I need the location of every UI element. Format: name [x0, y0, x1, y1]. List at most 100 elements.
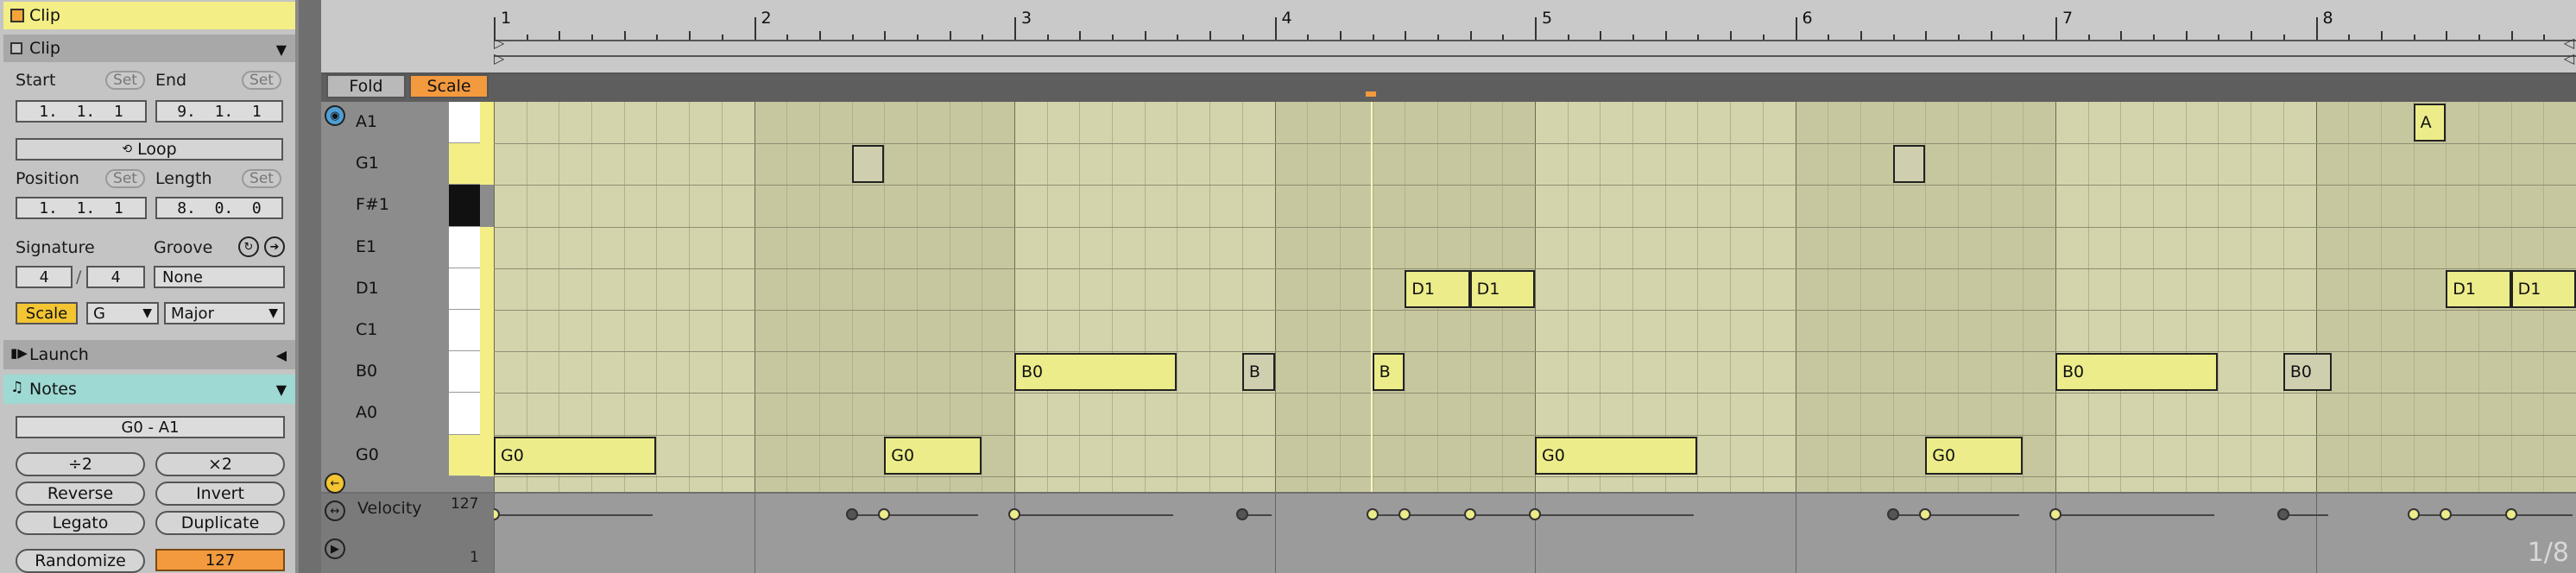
- midi-note[interactable]: B: [1241, 353, 1275, 392]
- piano-key[interactable]: [449, 102, 480, 144]
- end-set-button[interactable]: Set: [242, 71, 281, 90]
- velocity-lane-expand-icon[interactable]: ↔: [325, 501, 345, 521]
- velocity-lane: ↔ ▶ Velocity 127 1 1/8: [321, 494, 2576, 573]
- midi-note[interactable]: G0: [884, 436, 982, 475]
- piano-roll-keys[interactable]: A1 G1 F#1 E1 D1 C1 B0 A0 G0: [321, 102, 494, 492]
- end-label: End: [155, 71, 187, 90]
- invert-button[interactable]: Invert: [155, 482, 285, 506]
- piano-key[interactable]: [449, 185, 480, 227]
- double-time-button[interactable]: ×2: [155, 452, 285, 476]
- ruler-sub-tick: [2282, 35, 2285, 40]
- position-value-field[interactable]: 1. 1. 1: [16, 197, 147, 219]
- velocity-handle[interactable]: [2504, 508, 2517, 520]
- length-set-button[interactable]: Set: [242, 169, 281, 188]
- scroll-left-icon[interactable]: ←: [325, 473, 345, 494]
- play-icon[interactable]: ▶: [325, 538, 345, 559]
- midi-note[interactable]: B0: [1014, 353, 1178, 392]
- clip-end-marker-icon[interactable]: ◁: [2564, 50, 2574, 66]
- scale-mode-select[interactable]: Major ▼: [164, 302, 285, 324]
- half-time-button[interactable]: ÷2: [16, 452, 145, 476]
- grid-line: [2218, 102, 2219, 492]
- scale-mode-value: Major: [171, 304, 214, 323]
- fold-button[interactable]: Fold: [326, 74, 406, 98]
- piano-key[interactable]: [449, 393, 480, 435]
- loop-end-marker-icon[interactable]: ◁: [2564, 35, 2574, 51]
- preview-headphones-icon[interactable]: ◉: [325, 105, 345, 126]
- piano-key[interactable]: [449, 434, 480, 476]
- ruler-bar-number: 1: [501, 9, 512, 28]
- piano-key[interactable]: [449, 143, 480, 186]
- midi-note[interactable]: [1892, 145, 1926, 184]
- clip-start-marker-icon[interactable]: ▷: [494, 50, 504, 66]
- signature-slash: /: [76, 268, 82, 286]
- scale-root-select[interactable]: G ▼: [86, 302, 159, 324]
- collapse-triangle-icon[interactable]: ▼: [276, 381, 287, 398]
- midi-note[interactable]: G0: [1535, 436, 1698, 475]
- piano-key[interactable]: [449, 351, 480, 394]
- groove-select[interactable]: None: [154, 266, 285, 288]
- velocity-handle[interactable]: [1366, 508, 1379, 520]
- reverse-button[interactable]: Reverse: [16, 482, 145, 506]
- signature-denominator-field[interactable]: 4: [86, 266, 145, 288]
- velocity-handle[interactable]: [494, 508, 500, 520]
- piano-key[interactable]: [449, 310, 480, 352]
- midi-note[interactable]: D1: [2446, 269, 2511, 308]
- velocity-handle[interactable]: [1235, 508, 1248, 520]
- start-value-field[interactable]: 1. 1. 1: [16, 100, 147, 123]
- loop-button[interactable]: ⟲ Loop: [16, 138, 283, 161]
- midi-note[interactable]: B0: [2282, 353, 2333, 392]
- duplicate-button[interactable]: Duplicate: [155, 511, 285, 535]
- note-grid[interactable]: G0 G0 B0 B B D1 D1 G0 G0 B0 B0 A D1 D1: [494, 102, 2576, 492]
- piano-key[interactable]: [449, 226, 480, 268]
- clip-header[interactable]: Clip: [3, 2, 295, 29]
- length-value-field[interactable]: 8. 0. 0: [155, 197, 283, 219]
- velocity-bar-line: [1014, 494, 1015, 573]
- randomize-button[interactable]: Randomize: [16, 549, 145, 573]
- midi-note[interactable]: A: [2413, 104, 2447, 142]
- midi-note[interactable]: G0: [494, 436, 657, 475]
- velocity-handle[interactable]: [878, 508, 891, 520]
- midi-note[interactable]: B0: [2055, 353, 2219, 392]
- signature-numerator-field[interactable]: 4: [16, 266, 73, 288]
- key-scale-stripe: [480, 351, 494, 394]
- randomize-amount-field[interactable]: 127: [155, 549, 285, 571]
- velocity-handle[interactable]: [1463, 508, 1476, 520]
- ruler-sub-tick: [2023, 35, 2025, 40]
- start-set-button[interactable]: Set: [105, 71, 145, 90]
- velocity-handle[interactable]: [2049, 508, 2061, 520]
- velocity-handle[interactable]: [845, 508, 858, 520]
- piano-key[interactable]: [449, 268, 480, 310]
- midi-note[interactable]: [851, 145, 885, 184]
- clip-section-title[interactable]: Clip ▼: [3, 35, 295, 62]
- ruler-bar-number: 3: [1021, 9, 1032, 28]
- velocity-handle[interactable]: [1886, 508, 1899, 520]
- launch-section-title[interactable]: ▮▶ Launch ◀: [3, 340, 295, 369]
- groove-commit-icon[interactable]: ➔: [264, 236, 285, 257]
- velocity-handle[interactable]: [1529, 508, 1541, 520]
- midi-note[interactable]: D1: [1405, 269, 1470, 308]
- midi-note[interactable]: G0: [1925, 436, 2024, 475]
- scale-highlight-button[interactable]: Scale: [409, 74, 489, 98]
- velocity-handle[interactable]: [1008, 508, 1020, 520]
- grid-line: [2413, 102, 2415, 492]
- expand-triangle-icon[interactable]: ◀: [276, 347, 287, 363]
- grid-line: [656, 102, 658, 492]
- position-set-button[interactable]: Set: [105, 169, 145, 188]
- ruler-sub-tick: [2185, 31, 2188, 40]
- groove-hot-swap-icon[interactable]: ↻: [238, 236, 259, 257]
- velocity-handle[interactable]: [2407, 508, 2420, 520]
- bar-ruler[interactable]: ▷ ◁ ▷ ◁ 12345678: [321, 0, 2576, 74]
- scale-toggle[interactable]: Scale: [16, 302, 78, 324]
- notes-section-title[interactable]: ♫ Notes ▼: [3, 375, 295, 404]
- velocity-handle[interactable]: [1919, 508, 1932, 520]
- legato-button[interactable]: Legato: [16, 511, 145, 535]
- end-value-field[interactable]: 9. 1. 1: [155, 100, 283, 123]
- collapse-triangle-icon[interactable]: ▼: [276, 41, 287, 58]
- midi-note[interactable]: B: [1372, 353, 1405, 392]
- velocity-handle[interactable]: [1398, 508, 1411, 520]
- midi-note[interactable]: D1: [2510, 269, 2576, 308]
- velocity-handle[interactable]: [2276, 508, 2289, 520]
- velocity-handle[interactable]: [2440, 508, 2453, 520]
- midi-note[interactable]: D1: [1469, 269, 1535, 308]
- velocity-grid[interactable]: [494, 494, 2576, 573]
